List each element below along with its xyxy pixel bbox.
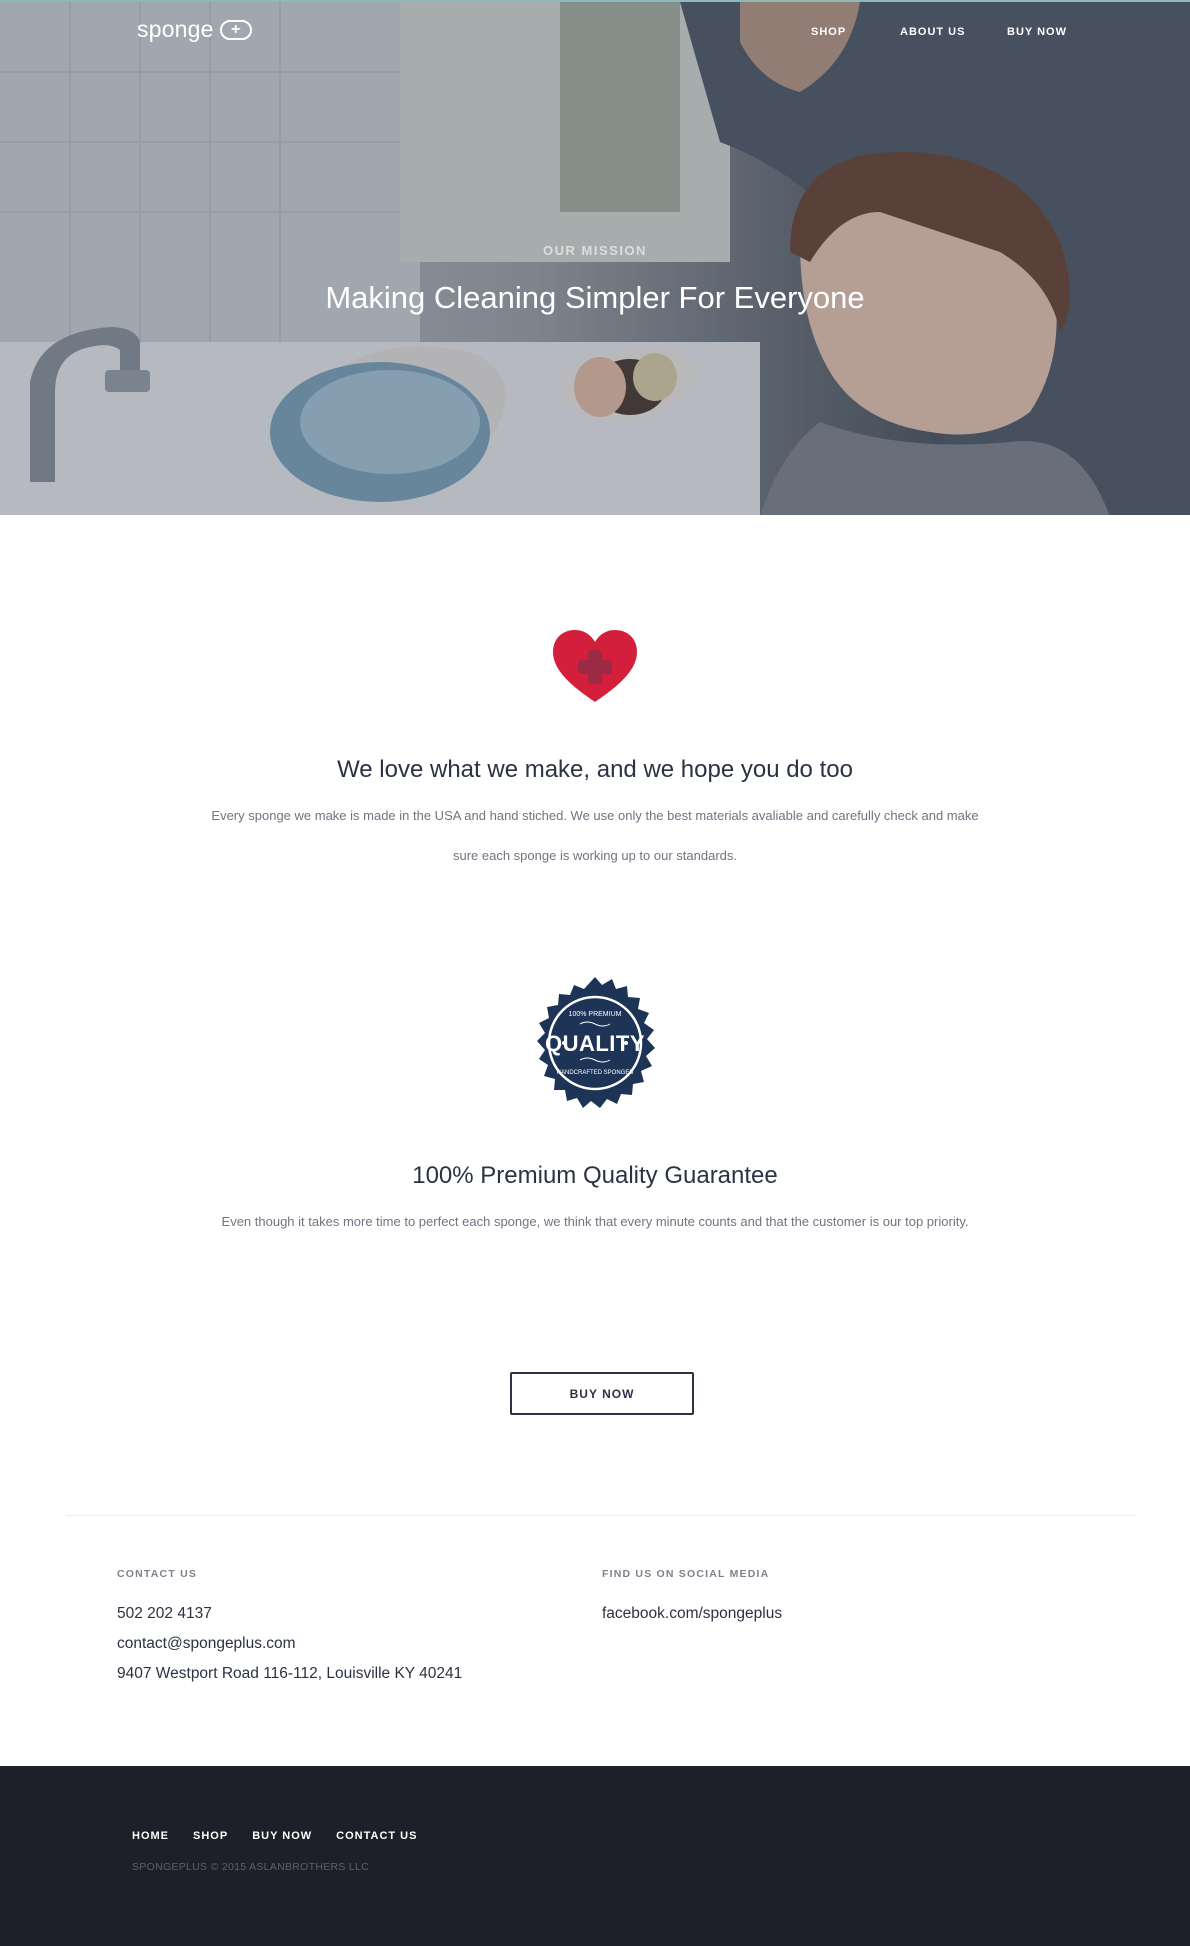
footer-nav: HOME SHOP BUY NOW CONTACT US xyxy=(132,1830,417,1842)
quality-badge: QUALITY 100% PREMIUM HANDCRAFTED SPONGES xyxy=(537,977,655,1108)
nav-buy-now-link[interactable]: BUY NOW xyxy=(1007,26,1067,38)
footer-shop-link[interactable]: SHOP xyxy=(193,1830,228,1842)
footer: HOME SHOP BUY NOW CONTACT US SPONGEPLUS … xyxy=(0,1766,1190,1946)
quality-body: Even though it takes more time to perfec… xyxy=(221,1214,969,1229)
heart-plus-icon xyxy=(553,630,637,702)
top-nav: SHOP ABOUT US BUY NOW xyxy=(0,26,1190,40)
badge-main-text: QUALITY xyxy=(545,1031,645,1056)
nav-about-link[interactable]: ABOUT US xyxy=(900,26,965,38)
love-body: Every sponge we make is made in the USA … xyxy=(211,808,979,863)
contact-address: 9407 Westport Road 116-112, Louisville K… xyxy=(117,1665,463,1682)
hero-overlay xyxy=(0,2,1190,515)
hero-title: Making Cleaning Simpler For Everyone xyxy=(325,280,865,315)
social-heading: FIND US ON SOCIAL MEDIA xyxy=(602,1568,770,1580)
badge-bottom-text: HANDCRAFTED SPONGES xyxy=(557,1070,634,1076)
contact-phone[interactable]: 502 202 4137 xyxy=(117,1605,212,1623)
contact-email[interactable]: contact@spongeplus.com xyxy=(117,1635,296,1653)
footer-contact-link[interactable]: CONTACT US xyxy=(336,1830,417,1842)
section-divider xyxy=(66,1515,1136,1516)
footer-buy-now-link[interactable]: BUY NOW xyxy=(252,1830,312,1842)
quality-heading: 100% Premium Quality Guarantee xyxy=(412,1162,778,1189)
badge-top-text: 100% PREMIUM xyxy=(569,1011,622,1018)
hero-eyebrow: OUR MISSION xyxy=(543,243,647,258)
contact-heading: CONTACT US xyxy=(117,1568,198,1580)
hero-banner: sponge + SHOP ABOUT US BUY NOW OUR MISSI… xyxy=(0,0,1190,515)
facebook-link[interactable]: facebook.com/spongeplus xyxy=(602,1605,782,1623)
love-section: We love what we make, and we hope you do… xyxy=(0,628,1190,876)
footer-home-link[interactable]: HOME xyxy=(132,1830,169,1842)
buy-now-button[interactable]: BUY NOW xyxy=(510,1372,694,1415)
quality-section: QUALITY 100% PREMIUM HANDCRAFTED SPONGES… xyxy=(0,976,1190,1242)
nav-shop-link[interactable]: SHOP xyxy=(811,26,846,38)
love-heading: We love what we make, and we hope you do… xyxy=(337,756,853,783)
copyright: SPONGEPLUS © 2015 ASLANBROTHERS LLC xyxy=(132,1861,370,1873)
